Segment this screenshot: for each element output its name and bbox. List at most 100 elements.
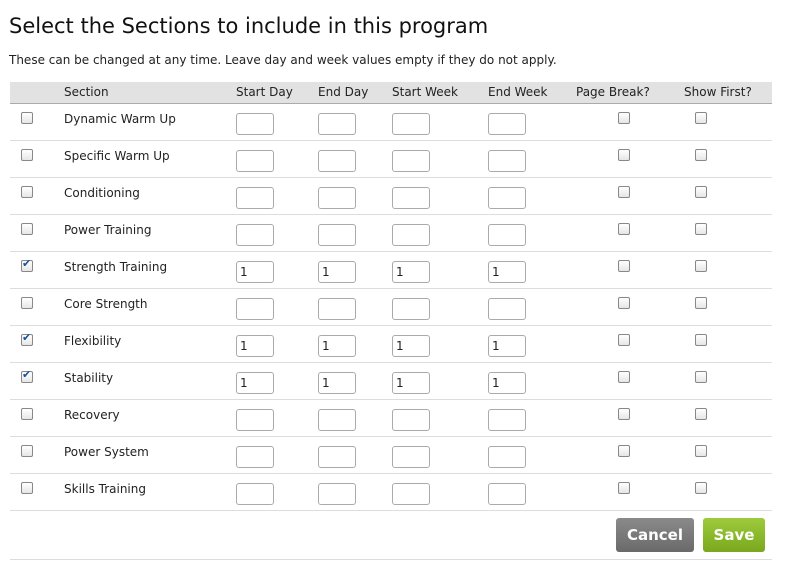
end-day-input[interactable] bbox=[318, 149, 356, 172]
include-checkbox[interactable] bbox=[21, 148, 33, 161]
page-break-checkbox[interactable] bbox=[618, 259, 630, 272]
sections-table: Section Start Day End Day Start Week End… bbox=[10, 82, 772, 511]
col-start-week: Start Week bbox=[392, 82, 488, 104]
end-day-input[interactable] bbox=[318, 112, 356, 135]
table-header: Section Start Day End Day Start Week End… bbox=[10, 82, 772, 104]
end-week-input[interactable] bbox=[488, 186, 526, 209]
start-week-input[interactable]: 1 bbox=[392, 260, 430, 283]
include-checkbox[interactable] bbox=[21, 222, 33, 235]
start-week-input[interactable] bbox=[392, 408, 430, 431]
end-week-input[interactable] bbox=[488, 482, 526, 505]
end-day-input[interactable]: 1 bbox=[318, 334, 356, 357]
col-end-day: End Day bbox=[318, 82, 392, 104]
end-week-input[interactable] bbox=[488, 297, 526, 320]
save-button[interactable]: Save bbox=[703, 518, 765, 552]
start-day-input[interactable]: 1 bbox=[236, 371, 274, 394]
start-day-input[interactable] bbox=[236, 149, 274, 172]
page-break-checkbox[interactable] bbox=[618, 148, 630, 161]
section-name: Conditioning bbox=[64, 185, 140, 200]
page-title: Select the Sections to include in this p… bbox=[9, 14, 489, 38]
end-week-input[interactable] bbox=[488, 223, 526, 246]
table-row: Strength Training 1 1 1 1 bbox=[10, 251, 772, 289]
end-day-input[interactable] bbox=[318, 482, 356, 505]
start-day-input[interactable] bbox=[236, 112, 274, 135]
show-first-checkbox[interactable] bbox=[695, 148, 707, 161]
page-break-checkbox[interactable] bbox=[618, 444, 630, 457]
page-break-checkbox[interactable] bbox=[618, 222, 630, 235]
start-day-input[interactable]: 1 bbox=[236, 260, 274, 283]
include-checkbox[interactable] bbox=[21, 111, 33, 124]
start-week-input[interactable] bbox=[392, 186, 430, 209]
table-row: Stability 1 1 1 1 bbox=[10, 362, 772, 400]
show-first-checkbox[interactable] bbox=[695, 296, 707, 309]
show-first-checkbox[interactable] bbox=[695, 333, 707, 346]
cancel-button[interactable]: Cancel bbox=[616, 518, 694, 552]
start-week-input[interactable] bbox=[392, 149, 430, 172]
end-day-input[interactable] bbox=[318, 223, 356, 246]
start-day-input[interactable] bbox=[236, 223, 274, 246]
col-show-first: Show First? bbox=[684, 82, 772, 104]
table-row: Recovery bbox=[10, 399, 772, 437]
include-checkbox[interactable] bbox=[21, 407, 33, 420]
start-day-input[interactable] bbox=[236, 408, 274, 431]
start-day-input[interactable] bbox=[236, 297, 274, 320]
start-day-input[interactable] bbox=[236, 186, 274, 209]
show-first-checkbox[interactable] bbox=[695, 259, 707, 272]
end-week-input[interactable] bbox=[488, 408, 526, 431]
include-checkbox[interactable] bbox=[21, 185, 33, 198]
section-name: Power System bbox=[64, 444, 149, 459]
end-week-input[interactable]: 1 bbox=[488, 371, 526, 394]
section-name: Strength Training bbox=[64, 259, 168, 274]
start-day-input[interactable]: 1 bbox=[236, 334, 274, 357]
show-first-checkbox[interactable] bbox=[695, 370, 707, 383]
start-week-input[interactable] bbox=[392, 482, 430, 505]
end-week-input[interactable]: 1 bbox=[488, 334, 526, 357]
page-break-checkbox[interactable] bbox=[618, 407, 630, 420]
start-day-input[interactable] bbox=[236, 445, 274, 468]
include-checkbox[interactable] bbox=[21, 481, 33, 494]
show-first-checkbox[interactable] bbox=[695, 111, 707, 124]
start-week-input[interactable] bbox=[392, 112, 430, 135]
include-checkbox[interactable] bbox=[21, 368, 33, 383]
end-day-input[interactable] bbox=[318, 445, 356, 468]
show-first-checkbox[interactable] bbox=[695, 407, 707, 420]
end-day-input[interactable]: 1 bbox=[318, 371, 356, 394]
end-week-input[interactable] bbox=[488, 445, 526, 468]
end-day-input[interactable] bbox=[318, 297, 356, 320]
col-select bbox=[10, 82, 50, 104]
end-day-input[interactable]: 1 bbox=[318, 260, 356, 283]
start-week-input[interactable] bbox=[392, 445, 430, 468]
col-end-week: End Week bbox=[488, 82, 576, 104]
table-row: Core Strength bbox=[10, 288, 772, 326]
include-checkbox[interactable] bbox=[21, 331, 33, 346]
end-week-input[interactable] bbox=[488, 149, 526, 172]
start-week-input[interactable] bbox=[392, 297, 430, 320]
section-name: Dynamic Warm Up bbox=[64, 111, 176, 126]
page-break-checkbox[interactable] bbox=[618, 370, 630, 383]
page-break-checkbox[interactable] bbox=[618, 481, 630, 494]
section-name: Flexibility bbox=[64, 333, 122, 348]
show-first-checkbox[interactable] bbox=[695, 481, 707, 494]
page-break-checkbox[interactable] bbox=[618, 333, 630, 346]
include-checkbox[interactable] bbox=[21, 296, 33, 309]
show-first-checkbox[interactable] bbox=[695, 185, 707, 198]
end-day-input[interactable] bbox=[318, 186, 356, 209]
start-week-input[interactable] bbox=[392, 223, 430, 246]
start-day-input[interactable] bbox=[236, 482, 274, 505]
start-week-input[interactable]: 1 bbox=[392, 334, 430, 357]
page-break-checkbox[interactable] bbox=[618, 185, 630, 198]
end-week-input[interactable] bbox=[488, 112, 526, 135]
end-week-input[interactable]: 1 bbox=[488, 260, 526, 283]
section-name: Recovery bbox=[64, 407, 120, 422]
show-first-checkbox[interactable] bbox=[695, 444, 707, 457]
include-checkbox[interactable] bbox=[21, 444, 33, 457]
include-checkbox[interactable] bbox=[21, 257, 33, 272]
page-break-checkbox[interactable] bbox=[618, 111, 630, 124]
page-break-checkbox[interactable] bbox=[618, 296, 630, 309]
end-day-input[interactable] bbox=[318, 408, 356, 431]
instructions: These can be changed at any time. Leave … bbox=[9, 53, 557, 67]
show-first-checkbox[interactable] bbox=[695, 222, 707, 235]
start-week-input[interactable]: 1 bbox=[392, 371, 430, 394]
section-name: Skills Training bbox=[64, 481, 146, 496]
col-start-day: Start Day bbox=[236, 82, 318, 104]
